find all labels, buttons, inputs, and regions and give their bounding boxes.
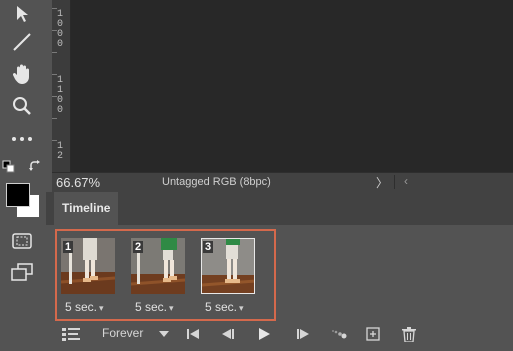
timeline-frame[interactable]: 2 5 sec. ▾ (129, 236, 187, 319)
frame-delay-value: 5 sec. (205, 300, 238, 314)
frame-delay-value: 5 sec. (65, 300, 98, 314)
vertical-ruler: 1 0 0 0 1 1 0 0 1 2 (52, 0, 71, 172)
chevron-down-icon: ▾ (169, 303, 174, 313)
toolbar (0, 0, 46, 351)
frames-selection-highlight: 1 5 sec. ▾ 2 5 sec. ▾ 3 5 sec. ▾ (55, 229, 276, 321)
zoom-tool-icon[interactable] (8, 94, 36, 118)
frame-delay-dropdown[interactable]: 5 sec. ▾ (205, 300, 259, 314)
timeline-controls: Forever (58, 323, 513, 345)
previous-frame-icon[interactable] (218, 325, 236, 343)
frame-delay-value: 5 sec. (135, 300, 168, 314)
duplicate-frame-icon[interactable] (364, 325, 382, 343)
document-info: Untagged RGB (8bpc) (162, 176, 271, 188)
status-divider (394, 175, 395, 189)
next-frame-icon[interactable] (294, 325, 312, 343)
screen-mode-icon[interactable] (8, 260, 36, 284)
frame-number: 3 (203, 241, 214, 253)
hand-tool-icon[interactable] (8, 62, 36, 86)
frame-delay-dropdown[interactable]: 5 sec. ▾ (135, 300, 189, 314)
play-icon[interactable] (255, 325, 273, 343)
chevron-down-icon: ▾ (239, 303, 244, 313)
frame-number: 2 (133, 241, 144, 253)
ruler-mark: 1 1 0 0 (57, 75, 64, 116)
timeline-frame-selected[interactable]: 3 5 sec. ▾ (199, 236, 257, 319)
ruler-mark: 1 2 (57, 141, 64, 162)
more-tools-icon[interactable] (8, 127, 36, 151)
chevron-down-icon: ▾ (99, 303, 104, 313)
convert-to-video-timeline-icon[interactable] (60, 325, 82, 343)
status-bar: 66.67% Untagged RGB (8bpc) 〉 ‹ (52, 172, 513, 192)
tween-icon[interactable] (330, 325, 348, 343)
move-tool-icon[interactable] (8, 2, 36, 26)
timeline-panel: 1 5 sec. ▾ 2 5 sec. ▾ 3 5 sec. ▾ Forever (46, 225, 513, 351)
status-scroll-arrow[interactable]: ‹ (404, 174, 408, 188)
first-frame-icon[interactable] (184, 325, 202, 343)
default-colors-icon[interactable] (2, 160, 16, 174)
frame-delay-dropdown[interactable]: 5 sec. ▾ (65, 300, 119, 314)
trash-icon[interactable] (400, 325, 418, 343)
document-canvas[interactable] (71, 0, 513, 172)
swap-colors-icon[interactable] (28, 160, 42, 174)
loop-dropdown-arrow-icon[interactable] (158, 325, 170, 343)
zoom-level[interactable]: 66.67% (56, 175, 100, 190)
status-expand-arrow[interactable]: 〉 (376, 174, 388, 191)
foreground-color-swatch[interactable] (6, 183, 30, 207)
panel-tab-bar: Timeline (46, 192, 513, 225)
tab-timeline[interactable]: Timeline (54, 192, 119, 225)
ruler-mark: 1 0 0 0 (57, 9, 64, 50)
loop-options-value[interactable]: Forever (102, 326, 143, 340)
line-tool-icon[interactable] (8, 30, 36, 54)
timeline-frame[interactable]: 1 5 sec. ▾ (59, 236, 117, 319)
quick-mask-icon[interactable] (8, 229, 36, 253)
frame-number: 1 (63, 241, 74, 253)
